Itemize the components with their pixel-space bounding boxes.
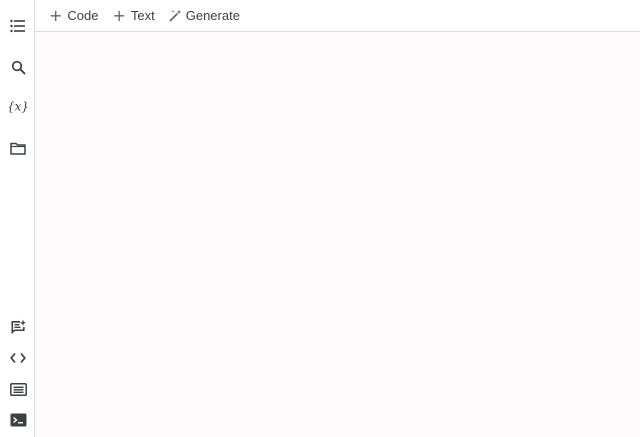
command-palette-button[interactable] xyxy=(5,377,31,401)
folder-icon xyxy=(10,142,26,155)
variables-icon: {x} xyxy=(9,100,27,114)
files-button[interactable] xyxy=(5,136,31,160)
plus-icon: + xyxy=(112,5,126,25)
add-code-cell-button[interactable]: + Code xyxy=(49,4,98,28)
svg-text:{x}: {x} xyxy=(9,100,27,114)
notebook-app: {x} xyxy=(0,0,640,437)
magic-wand-icon xyxy=(169,9,181,22)
code-brackets-icon xyxy=(10,352,26,364)
feedback-button[interactable] xyxy=(5,315,31,339)
code-snippets-button[interactable] xyxy=(5,346,31,370)
chat-sparkle-icon xyxy=(11,319,26,334)
add-text-cell-button[interactable]: + Text xyxy=(112,4,154,28)
terminal-button[interactable] xyxy=(5,408,31,432)
terminal-icon xyxy=(10,413,26,427)
generate-button[interactable]: Generate xyxy=(169,4,240,28)
variables-button[interactable]: {x} xyxy=(5,94,31,118)
plus-icon: + xyxy=(49,5,63,25)
keyboard-icon xyxy=(9,382,27,396)
main-area: + Code + Text Generate xyxy=(35,0,640,437)
notebook-canvas[interactable] xyxy=(35,32,640,437)
table-of-contents-button[interactable] xyxy=(5,14,31,38)
add-code-label: Code xyxy=(67,8,99,23)
generate-label: Generate xyxy=(185,8,240,23)
search-icon xyxy=(11,60,25,74)
search-button[interactable] xyxy=(5,55,31,79)
table-of-contents-icon xyxy=(10,19,25,33)
add-text-label: Text xyxy=(130,8,155,23)
notebook-toolbar: + Code + Text Generate xyxy=(35,0,640,32)
left-sidebar: {x} xyxy=(0,0,35,437)
